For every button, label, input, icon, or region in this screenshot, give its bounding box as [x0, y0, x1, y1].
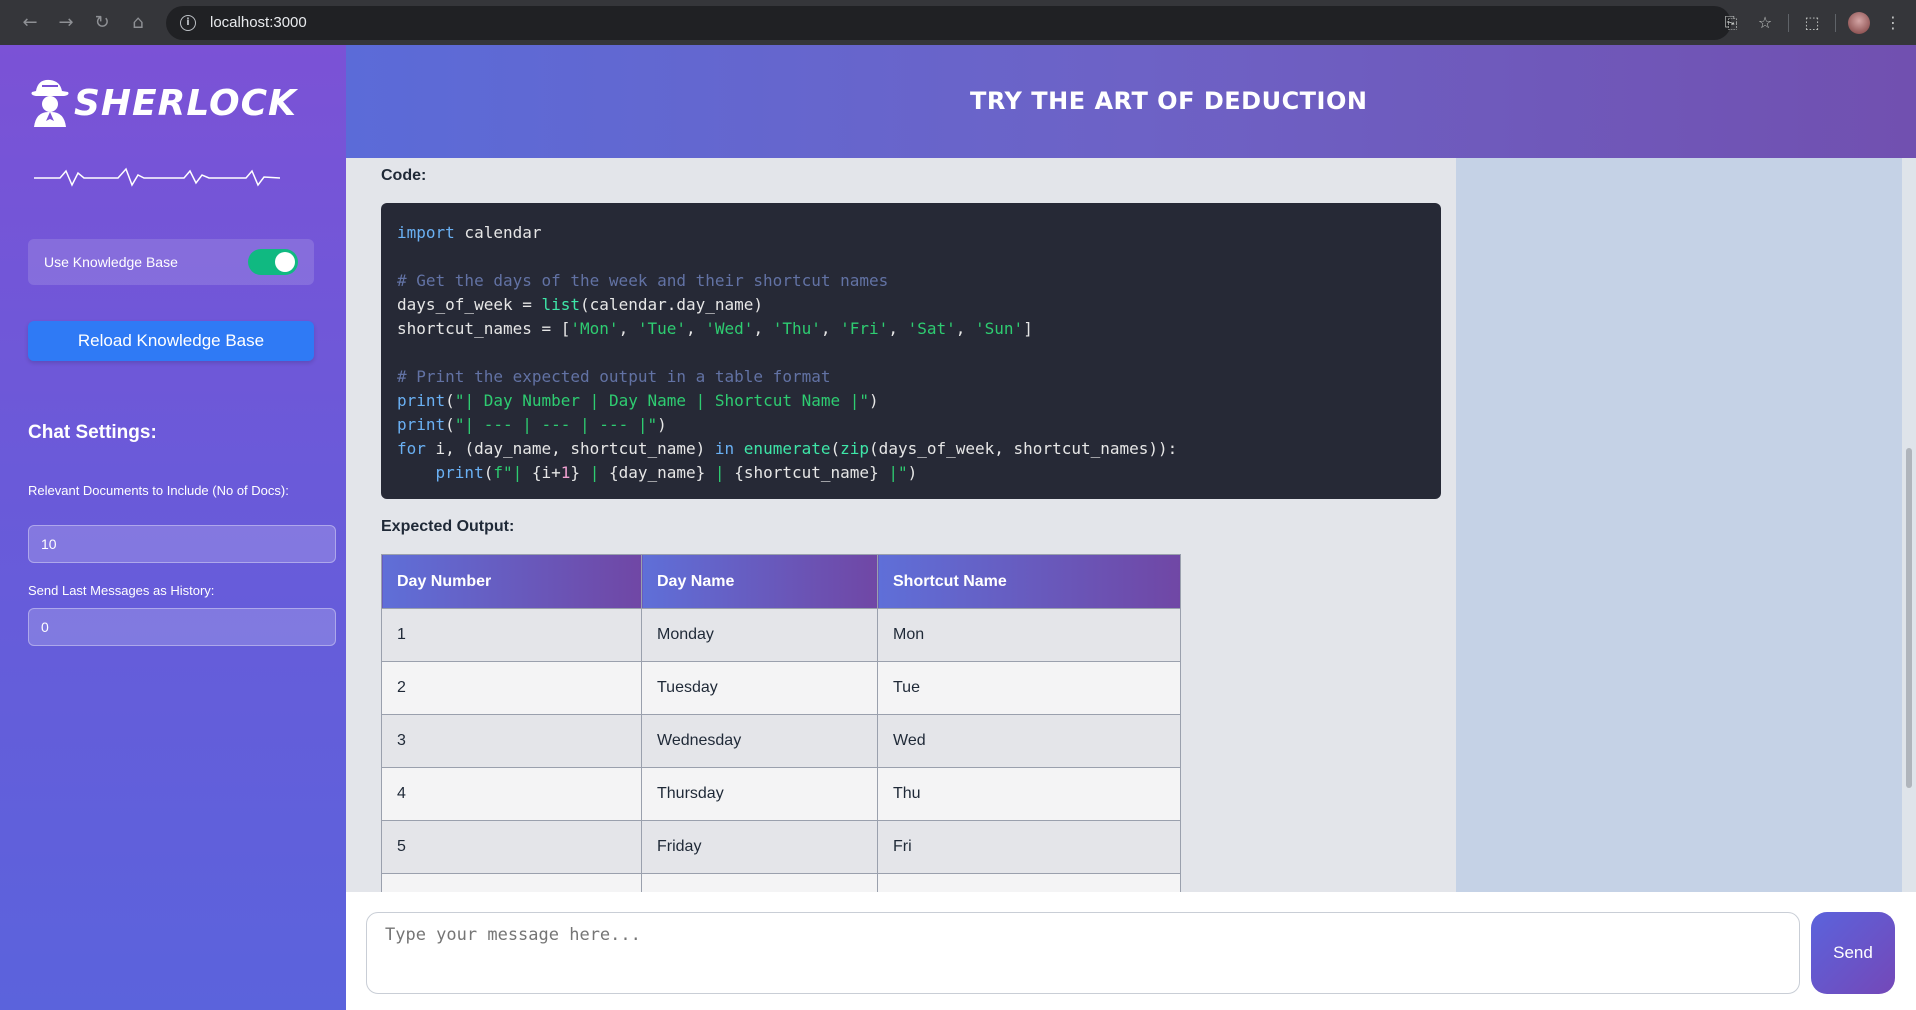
table-row: 5 Friday Fri [381, 820, 1181, 874]
bookmark-star-icon[interactable]: ☆ [1748, 6, 1782, 40]
table-cell: Tue [877, 661, 1181, 715]
table-cell: Monday [641, 608, 878, 662]
detective-icon [28, 77, 72, 129]
forward-icon[interactable]: → [48, 5, 84, 41]
main-scrollbar[interactable] [1902, 158, 1916, 892]
message-input[interactable] [366, 912, 1800, 994]
table-cell [877, 873, 1181, 892]
toolbar-divider [1788, 13, 1789, 32]
table-cell: Wed [877, 714, 1181, 768]
scrollbar-thumb[interactable] [1906, 448, 1912, 788]
table-cell: Friday [641, 820, 878, 874]
output-table: Day Number Day Name Shortcut Name 1 Mond… [381, 554, 1181, 892]
message-composer: Send [346, 892, 1916, 1010]
table-row [381, 873, 1181, 892]
site-info-icon[interactable]: i [180, 14, 196, 31]
chat-settings-heading: Chat Settings: [28, 422, 157, 443]
use-knowledge-base-label: Use Knowledge Base [44, 254, 178, 270]
logo-text: SHERLOCK [74, 82, 297, 124]
use-knowledge-base-row: Use Knowledge Base [28, 239, 314, 285]
code-block: import calendar # Get the days of the we… [381, 203, 1441, 499]
table-row: 3 Wednesday Wed [381, 714, 1181, 768]
toggle-knob [275, 252, 295, 272]
docs-count-label: Relevant Documents to Include (No of Doc… [28, 483, 289, 498]
avatar [1848, 11, 1870, 34]
send-button[interactable]: Send [1811, 912, 1895, 994]
code-label: Code: [381, 167, 427, 184]
table-header-cell: Day Number [381, 554, 642, 609]
address-bar[interactable]: i localhost:3000 [166, 5, 1731, 40]
reload-icon[interactable]: ↻ [84, 5, 120, 41]
table-cell: Mon [877, 608, 1181, 662]
url-text: localhost:3000 [210, 14, 307, 31]
table-cell: 1 [381, 608, 642, 662]
profile-avatar[interactable] [1842, 6, 1876, 40]
extensions-icon[interactable]: ⬚ [1795, 6, 1829, 40]
table-header-row: Day Number Day Name Shortcut Name [381, 554, 1181, 609]
main-content: Code: import calendar # Get the days of … [346, 158, 1916, 892]
back-icon[interactable]: ← [12, 5, 48, 41]
table-row: 2 Tuesday Tue [381, 661, 1181, 715]
table-cell: 3 [381, 714, 642, 768]
table-cell [381, 873, 642, 892]
table-cell: 2 [381, 661, 642, 715]
home-icon[interactable]: ⌂ [120, 5, 156, 41]
chat-message-panel: Code: import calendar # Get the days of … [346, 158, 1456, 892]
table-row: 4 Thursday Thu [381, 767, 1181, 821]
install-app-icon[interactable]: ⎘ [1714, 6, 1748, 40]
table-cell: Thu [877, 767, 1181, 821]
table-cell: 5 [381, 820, 642, 874]
browser-menu-icon[interactable]: ⋮ [1876, 6, 1910, 40]
expected-output-label: Expected Output: [381, 518, 515, 535]
toolbar-divider [1835, 13, 1836, 32]
table-cell: Tuesday [641, 661, 878, 715]
pulse-line-icon [34, 167, 280, 187]
browser-actions: ⎘ ☆ ⬚ ⋮ [1714, 0, 1916, 45]
table-cell: Fri [877, 820, 1181, 874]
table-cell [641, 873, 878, 892]
page-title: TRY THE ART OF DEDUCTION [970, 87, 1368, 115]
docs-count-input[interactable]: 10 [28, 525, 336, 563]
reload-knowledge-base-button[interactable]: Reload Knowledge Base [28, 321, 314, 361]
table-cell: Thursday [641, 767, 878, 821]
app-logo: SHERLOCK [28, 77, 297, 129]
history-count-label: Send Last Messages as History: [28, 583, 215, 598]
table-row: 1 Monday Mon [381, 608, 1181, 662]
table-cell: Wednesday [641, 714, 878, 768]
table-cell: 4 [381, 767, 642, 821]
page-header: TRY THE ART OF DEDUCTION [346, 45, 1916, 158]
browser-toolbar: ← → ↻ ⌂ i localhost:3000 ⎘ ☆ ⬚ ⋮ [0, 0, 1916, 45]
history-count-input[interactable]: 0 [28, 608, 336, 646]
table-header-cell: Day Name [641, 554, 878, 609]
use-knowledge-base-toggle[interactable] [248, 249, 298, 275]
sidebar: SHERLOCK Use Knowledge Base Reload Knowl… [0, 45, 346, 1010]
table-header-cell: Shortcut Name [877, 554, 1181, 609]
